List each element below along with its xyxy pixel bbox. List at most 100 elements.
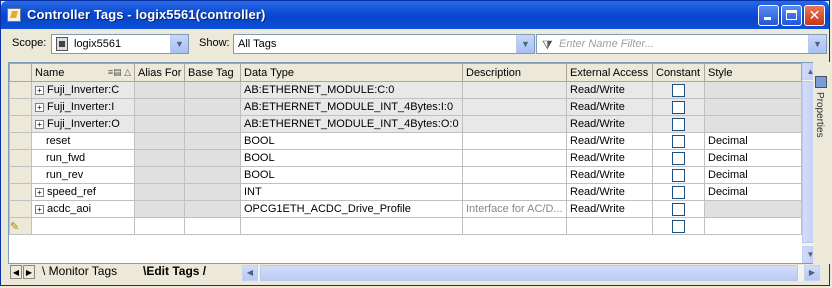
- description-cell[interactable]: [462, 183, 567, 201]
- constant-checkbox[interactable]: [672, 100, 685, 114]
- row-header[interactable]: [9, 183, 32, 201]
- style-cell[interactable]: [704, 217, 802, 235]
- data-type-cell[interactable]: [240, 217, 463, 235]
- row-header[interactable]: [9, 149, 32, 167]
- col-header-constant[interactable]: Constant: [652, 63, 705, 82]
- sort-icon[interactable]: ≡▤ △: [108, 67, 131, 78]
- col-header-name[interactable]: Name ≡▤ △: [31, 63, 135, 82]
- constant-cell[interactable]: [652, 217, 705, 235]
- tag-name-cell[interactable]: + speed_ref: [31, 183, 135, 201]
- horizontal-scrollbar[interactable]: ◀ ▶: [242, 265, 820, 281]
- constant-checkbox[interactable]: [672, 168, 685, 182]
- tag-name-cell[interactable]: run_fwd: [31, 149, 135, 167]
- external-access-cell[interactable]: Read/Write: [566, 98, 653, 116]
- table-row[interactable]: + Fuji_Inverter:C AB:ETHERNET_MODULE:C:0 Re…: [9, 81, 802, 99]
- description-cell[interactable]: [462, 149, 567, 167]
- constant-checkbox[interactable]: [672, 151, 685, 165]
- data-type-cell[interactable]: BOOL: [240, 166, 463, 184]
- new-tag-row[interactable]: ✎: [9, 217, 802, 235]
- show-dropdown[interactable]: All Tags ▼: [233, 34, 535, 54]
- name-filter-input[interactable]: ⧩ Enter Name Filter... ▼: [536, 34, 827, 54]
- constant-checkbox[interactable]: [672, 219, 685, 233]
- tag-name-cell[interactable]: + Fuji_Inverter:C: [31, 81, 135, 99]
- expand-icon[interactable]: +: [35, 187, 44, 197]
- tag-name-cell[interactable]: + Fuji_Inverter:I: [31, 98, 135, 116]
- constant-cell[interactable]: [652, 98, 705, 116]
- chevron-down-icon[interactable]: ▼: [808, 35, 826, 53]
- expand-icon[interactable]: +: [35, 204, 44, 214]
- maximize-button[interactable]: [781, 5, 802, 26]
- constant-checkbox[interactable]: [672, 185, 685, 199]
- tab-scroll-left-icon[interactable]: ◀: [10, 265, 22, 279]
- row-header[interactable]: [9, 200, 32, 218]
- scroll-left-icon[interactable]: ◀: [242, 265, 258, 281]
- base-tag-cell[interactable]: [184, 217, 241, 235]
- tab-monitor-tags[interactable]: \ Monitor Tags: [38, 264, 121, 280]
- chevron-down-icon[interactable]: ▼: [170, 35, 188, 53]
- expand-icon[interactable]: +: [35, 119, 44, 129]
- col-header-external-access[interactable]: External Access: [566, 63, 653, 82]
- description-cell[interactable]: [462, 217, 567, 235]
- style-cell[interactable]: Decimal: [704, 132, 802, 150]
- horizontal-scroll-thumb[interactable]: [260, 265, 798, 281]
- properties-side-tab[interactable]: Properties: [813, 62, 830, 264]
- close-button[interactable]: ✕: [804, 5, 825, 26]
- constant-checkbox[interactable]: [672, 134, 685, 148]
- data-type-cell[interactable]: BOOL: [240, 132, 463, 150]
- col-header-alias-for[interactable]: Alias For: [134, 63, 185, 82]
- constant-cell[interactable]: [652, 200, 705, 218]
- constant-checkbox[interactable]: [672, 83, 685, 97]
- row-header[interactable]: [9, 115, 32, 133]
- style-cell[interactable]: Decimal: [704, 149, 802, 167]
- tab-scroll-right-icon[interactable]: ▶: [23, 265, 35, 279]
- description-cell[interactable]: Interface for AC/D...: [462, 200, 567, 218]
- row-header[interactable]: [9, 132, 32, 150]
- constant-checkbox[interactable]: [672, 202, 685, 216]
- external-access-cell[interactable]: Read/Write: [566, 200, 653, 218]
- expand-icon[interactable]: +: [35, 102, 44, 112]
- constant-cell[interactable]: [652, 166, 705, 184]
- minimize-button[interactable]: [758, 5, 779, 26]
- col-header-data-type[interactable]: Data Type: [240, 63, 463, 82]
- style-cell[interactable]: [704, 98, 802, 116]
- data-type-cell[interactable]: AB:ETHERNET_MODULE_INT_4Bytes:I:0: [240, 98, 463, 116]
- description-cell[interactable]: [462, 81, 567, 99]
- constant-cell[interactable]: [652, 183, 705, 201]
- style-cell[interactable]: [704, 200, 802, 218]
- col-header-description[interactable]: Description: [462, 63, 567, 82]
- external-access-cell[interactable]: [566, 217, 653, 235]
- tag-name-cell[interactable]: + Fuji_Inverter:O: [31, 115, 135, 133]
- table-row[interactable]: reset BOOL Read/Write Decimal: [9, 132, 802, 150]
- description-cell[interactable]: [462, 132, 567, 150]
- data-type-cell[interactable]: INT: [240, 183, 463, 201]
- tag-name-cell[interactable]: + acdc_aoi: [31, 200, 135, 218]
- description-cell[interactable]: [462, 115, 567, 133]
- row-header[interactable]: ✎: [9, 217, 32, 235]
- constant-cell[interactable]: [652, 115, 705, 133]
- expand-icon[interactable]: +: [35, 85, 44, 95]
- tag-name-cell[interactable]: reset: [31, 132, 135, 150]
- constant-cell[interactable]: [652, 149, 705, 167]
- tab-edit-tags[interactable]: \Edit Tags /: [139, 264, 210, 280]
- scroll-right-icon[interactable]: ▶: [804, 265, 820, 281]
- chevron-down-icon[interactable]: ▼: [516, 35, 534, 53]
- table-row[interactable]: run_rev BOOL Read/Write Decimal: [9, 166, 802, 184]
- table-row[interactable]: + speed_ref INT Read/Write Decimal: [9, 183, 802, 201]
- table-row[interactable]: + Fuji_Inverter:O AB:ETHERNET_MODULE_INT_4…: [9, 115, 802, 133]
- style-cell[interactable]: [704, 81, 802, 99]
- external-access-cell[interactable]: Read/Write: [566, 132, 653, 150]
- data-type-cell[interactable]: AB:ETHERNET_MODULE:C:0: [240, 81, 463, 99]
- row-header[interactable]: [9, 98, 32, 116]
- data-type-cell[interactable]: AB:ETHERNET_MODULE_INT_4Bytes:O:0: [240, 115, 463, 133]
- external-access-cell[interactable]: Read/Write: [566, 183, 653, 201]
- style-cell[interactable]: Decimal: [704, 166, 802, 184]
- description-cell[interactable]: [462, 98, 567, 116]
- external-access-cell[interactable]: Read/Write: [566, 166, 653, 184]
- external-access-cell[interactable]: Read/Write: [566, 115, 653, 133]
- style-cell[interactable]: [704, 115, 802, 133]
- constant-cell[interactable]: [652, 81, 705, 99]
- new-tag-name-cell[interactable]: [31, 217, 135, 235]
- col-header-base-tag[interactable]: Base Tag: [184, 63, 241, 82]
- scope-dropdown[interactable]: logix5561 ▼: [51, 34, 189, 54]
- data-type-cell[interactable]: OPCG1ETH_ACDC_Drive_Profile: [240, 200, 463, 218]
